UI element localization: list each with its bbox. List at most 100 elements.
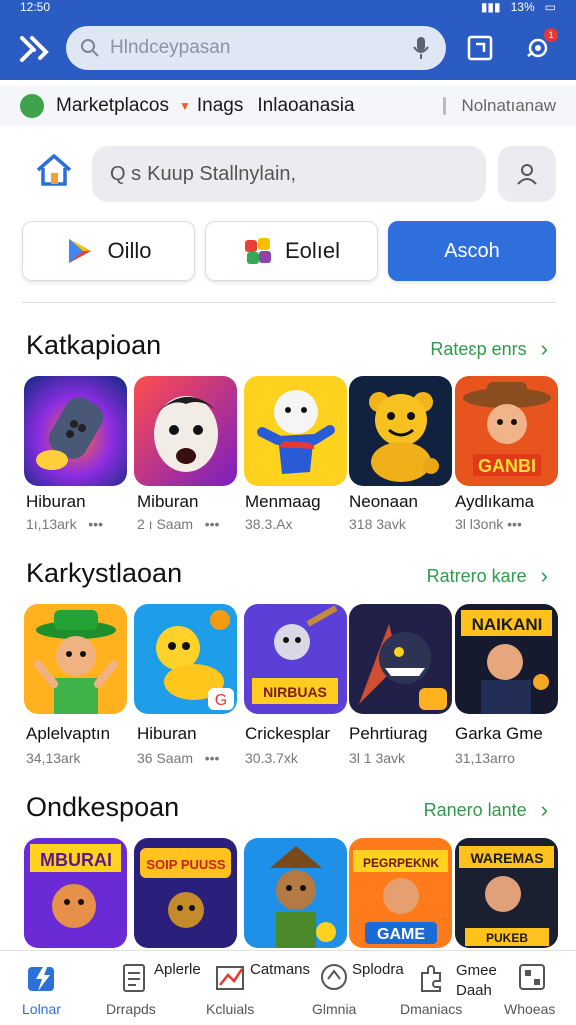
- filter-indonesia[interactable]: Inlaoanasia: [257, 95, 354, 117]
- document-icon: [123, 964, 145, 992]
- bear-icon: MBURAI: [24, 838, 127, 948]
- app-tile-hero[interactable]: WAREMAS PUKEB: [455, 838, 558, 948]
- app-meta: 3l l3onk •••: [455, 516, 522, 532]
- battery-icon: ▭: [544, 0, 556, 14]
- chip-games[interactable]: Eolıel: [205, 221, 378, 281]
- app-meta: 3l 1 3avk: [349, 750, 406, 766]
- top-search-placeholder: Hlndceypasan: [110, 37, 231, 58]
- app-name: Neonaan: [349, 492, 419, 511]
- nav-item-apps[interactable]: Aplerle Drrapds: [96, 951, 208, 1025]
- nav-label: Dmaniacs: [400, 1001, 463, 1017]
- tile-text-waremas: WAREMAS: [470, 850, 543, 866]
- chip-play[interactable]: Oillo: [22, 221, 195, 281]
- app-tile-face[interactable]: [134, 376, 237, 486]
- tile-text-nirbuas: NIRBUAS: [263, 684, 327, 700]
- nav-label: Whoeas: [504, 1001, 556, 1017]
- section-title-3: Ondkespoan: [26, 792, 180, 822]
- app-search-input[interactable]: Q s Kuup Stallnylain,: [92, 146, 486, 202]
- player-icon: NAIKANI: [455, 604, 558, 714]
- filter-marketplace[interactable]: Marketplacos: [56, 95, 169, 117]
- tile-text-mburai: MBURAI: [40, 850, 112, 870]
- app-tile-rocket[interactable]: [24, 376, 127, 486]
- search2-placeholder: Kuup Stallnylain,: [147, 162, 297, 185]
- app-tile-robot[interactable]: SOIP PUUSS: [134, 838, 237, 948]
- app-name: Aplelvaptın: [26, 724, 111, 743]
- app-tile-bear-2[interactable]: MBURAI: [24, 838, 127, 948]
- play-store-icon: [69, 239, 92, 263]
- section-title-1: Katkapioan: [26, 330, 162, 360]
- section-link-3-label: Ranero lante: [423, 799, 527, 820]
- tile-text-soip: SOIP PUUSS: [146, 857, 226, 872]
- signal-icon: ▮▮▮: [480, 0, 501, 14]
- app-meta: 38.3.Ax: [245, 516, 293, 532]
- svg-text:G: G: [215, 692, 227, 709]
- app-meta: 30.3.7xk: [245, 750, 298, 766]
- app-bar: Hlndceypasan 1: [0, 14, 576, 80]
- app-tile-bear[interactable]: [349, 376, 452, 486]
- chart-icon: [216, 966, 244, 990]
- tile-text-ganbi: GANBI: [478, 456, 536, 476]
- tile-text-pegrpeknk: PEGRPEKNK: [363, 856, 439, 870]
- filter-row: Marketplacos ▼ Inags Inlaoanasia Nolnatı…: [0, 86, 576, 126]
- nav-item-home[interactable]: Lolnar: [0, 951, 90, 1025]
- top-search-bar[interactable]: Hlndceypasan: [66, 26, 446, 70]
- chip-play-label: Oillo: [107, 238, 152, 263]
- game-icon: PEGRPEKNK GAME: [349, 838, 452, 948]
- nav-item-charts[interactable]: Catmans Kcluials: [200, 951, 312, 1025]
- section-link-2[interactable]: Ratrero kare ›: [427, 563, 548, 589]
- bear-icon: [349, 376, 452, 486]
- app-tile-cowboy[interactable]: GANBI: [455, 376, 558, 486]
- app-tile-monster[interactable]: [349, 604, 452, 714]
- nav-item-games[interactable]: Gmee Daah Dmaniacs: [400, 951, 510, 1025]
- profile-button[interactable]: [498, 146, 556, 202]
- nav-label: Drrapds: [106, 1001, 156, 1017]
- blocks-icon: [244, 238, 271, 264]
- app-meta: 34,13ark: [26, 750, 81, 766]
- cowboy-icon: GANBI: [455, 376, 558, 486]
- hero-icon: WAREMAS PUKEB: [455, 838, 558, 948]
- battery-text: 13%: [510, 0, 535, 14]
- app-tile-player[interactable]: NAIKANI: [455, 604, 558, 714]
- nav-label: Glmnia: [312, 1001, 357, 1017]
- app-name: Aydlıkama: [455, 492, 535, 511]
- tile-text-game: GAME: [377, 926, 425, 943]
- nav-item-news[interactable]: Whoeas: [500, 951, 576, 1025]
- microphone-icon[interactable]: [410, 35, 432, 61]
- section-link-3[interactable]: Ranero lante ›: [424, 797, 548, 823]
- refresh-icon: [321, 964, 347, 990]
- section-link-1[interactable]: Rateɛp enrs ›: [430, 336, 548, 362]
- app-meta: 1ı,13ark •••: [26, 516, 103, 532]
- app-tile-warrior[interactable]: NIRBUAS: [244, 604, 347, 714]
- notification-icon[interactable]: 1: [524, 28, 558, 62]
- nav-top-label: Catmans: [250, 961, 311, 978]
- app-meta: 31,13arro: [455, 750, 515, 766]
- section-link-1-label: Rateɛp enrs: [430, 338, 527, 359]
- duck-icon: G: [134, 604, 237, 714]
- app-logo-icon[interactable]: [18, 32, 50, 64]
- app-tile-dog[interactable]: [244, 376, 347, 486]
- nav-top-label: Splodra: [352, 961, 404, 978]
- scan-icon[interactable]: [466, 34, 494, 62]
- filter-inags[interactable]: Inags: [197, 95, 243, 117]
- robot-icon: SOIP PUUSS: [134, 838, 237, 948]
- app-tile-duck[interactable]: G: [134, 604, 237, 714]
- warrior-icon: NIRBUAS: [244, 604, 347, 714]
- app-meta: 36 Saam •••: [137, 750, 220, 766]
- chevron-right-icon: ›: [540, 563, 548, 588]
- app-tile-hat[interactable]: [24, 604, 127, 714]
- grid-icon: [519, 964, 545, 990]
- chip-search-button[interactable]: Ascoh: [388, 221, 556, 281]
- rocket-icon: [24, 376, 127, 486]
- app-meta: 318 3avk: [349, 516, 406, 532]
- app-name: Hiburan: [26, 492, 86, 511]
- bottom-nav: Lolnar Aplerle Drrapds Catmans Kcluials …: [0, 950, 576, 1024]
- app-tile-game[interactable]: PEGRPEKNK GAME: [349, 838, 452, 948]
- filter-right[interactable]: Nolnatıanaw: [461, 96, 556, 116]
- monster-icon: [349, 604, 452, 714]
- tile-text-pukeb: PUKEB: [486, 931, 528, 945]
- puzzle-icon: [421, 965, 441, 992]
- app-tile-hunter[interactable]: [244, 838, 347, 948]
- app-name: Miburan: [137, 492, 199, 511]
- nav-top-label: Aplerle: [154, 961, 201, 978]
- home-icon[interactable]: [34, 150, 74, 190]
